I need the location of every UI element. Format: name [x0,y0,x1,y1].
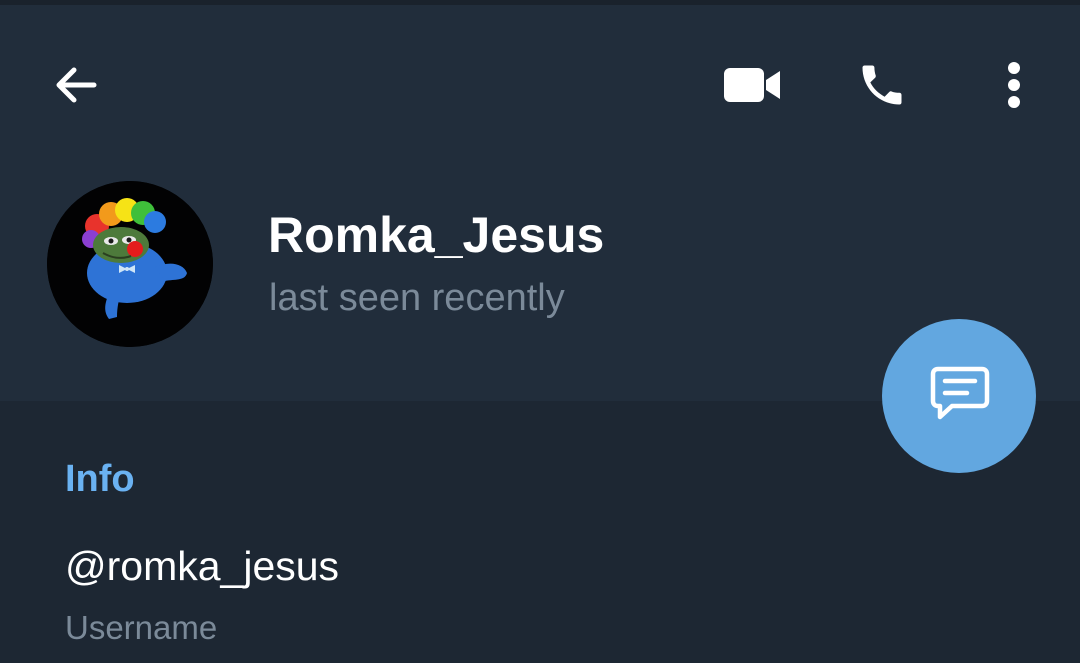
profile-screen: Romka_Jesus last seen recently Info @rom… [0,0,1080,663]
info-section-title: Info [65,458,135,500]
avatar[interactable] [47,181,213,347]
video-camera-icon [722,65,782,110]
username-value[interactable]: @romka_jesus [65,543,339,590]
username-label: Username [65,609,218,646]
video-call-button[interactable] [716,55,788,119]
call-button[interactable] [848,55,916,119]
message-bubble-icon [926,361,992,432]
profile-status: last seen recently [269,277,565,319]
profile-name: Romka_Jesus [268,207,605,263]
more-vertical-icon [1006,60,1022,115]
phone-icon [856,59,908,116]
arrow-left-icon [52,61,100,114]
send-message-button[interactable] [882,319,1036,473]
more-options-button[interactable] [990,55,1038,119]
clown-frog-avatar [47,181,213,347]
back-button[interactable] [44,55,108,119]
